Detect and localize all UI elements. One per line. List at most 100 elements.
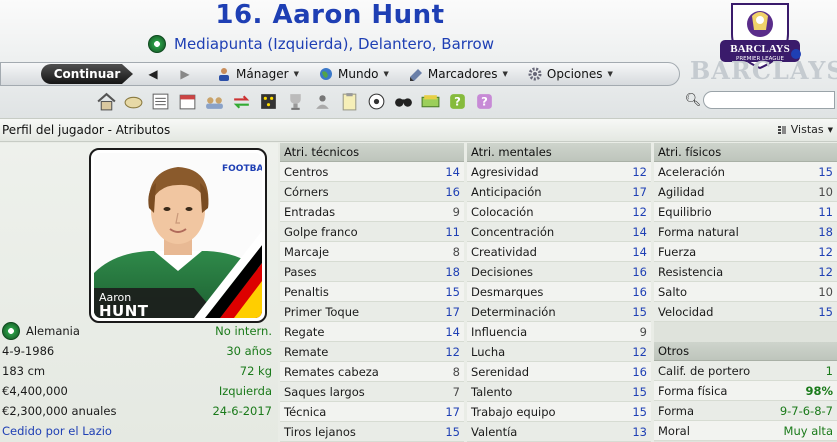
attribute-row[interactable]: Determinación 15: [467, 302, 651, 322]
attribute-row[interactable]: Colocación 12: [467, 202, 651, 222]
calendar-icon[interactable]: [177, 92, 198, 111]
attribute-row[interactable]: Agresividad 12: [467, 162, 651, 182]
menu-manager[interactable]: Mánager ▼: [217, 67, 299, 81]
scout-binoculars-icon[interactable]: [393, 92, 414, 111]
search-input[interactable]: [703, 91, 835, 109]
attribute-value: 13: [632, 424, 647, 439]
physical-heading: Atri. físicos: [654, 143, 837, 162]
attribute-row[interactable]: Forma física 98%: [654, 381, 837, 401]
attribute-name: Salto: [658, 284, 688, 299]
attribute-row[interactable]: Regate 14: [280, 322, 464, 342]
attribute-row[interactable]: Entradas 9: [280, 202, 464, 222]
sponsor-watermark: BARCLAYS: [690, 56, 837, 85]
wiki-icon[interactable]: ?: [474, 92, 495, 111]
attribute-value: 15: [632, 304, 647, 319]
attribute-row[interactable]: Talento 15: [467, 382, 651, 402]
attribute-row[interactable]: Forma 9-7-6-8-7: [654, 401, 837, 421]
attribute-value: 14: [632, 244, 647, 259]
attribute-row[interactable]: Concentración 14: [467, 222, 651, 242]
attribute-row[interactable]: Fuerza 12: [654, 242, 837, 262]
attribute-row[interactable]: Tiros lejanos 15: [280, 422, 464, 442]
notes-icon[interactable]: [339, 92, 360, 111]
menu-bookmarks[interactable]: Marcadores ▼: [409, 67, 508, 81]
column-spacer: [654, 322, 837, 342]
club-logo-icon[interactable]: [148, 35, 166, 53]
info-label: €4,400,000: [2, 384, 68, 398]
attribute-value: 14: [445, 324, 460, 339]
player-summary-panel: FOOTBALL Aaron HUNT Alemania No intern. …: [0, 143, 278, 442]
forward-arrow-icon[interactable]: ▶: [173, 67, 197, 81]
attribute-row[interactable]: Trabajo equipo 15: [467, 402, 651, 422]
squad-icon[interactable]: [204, 92, 225, 111]
attribute-row[interactable]: Remate 12: [280, 342, 464, 362]
attribute-row[interactable]: Agilidad 10: [654, 182, 837, 202]
attribute-row[interactable]: Decisiones 16: [467, 262, 651, 282]
menu-world[interactable]: Mundo ▼: [319, 67, 389, 81]
attribute-row[interactable]: Desmarques 16: [467, 282, 651, 302]
attribute-row[interactable]: Resistencia 12: [654, 262, 837, 282]
trophy-icon[interactable]: [285, 92, 306, 111]
attribute-row[interactable]: Lucha 12: [467, 342, 651, 362]
info-label[interactable]: Alemania: [26, 324, 80, 338]
back-arrow-icon[interactable]: ◀: [141, 67, 165, 81]
attribute-row[interactable]: Golpe franco 11: [280, 222, 464, 242]
attribute-name: Penaltis: [284, 284, 329, 299]
help-icon[interactable]: ?: [447, 92, 468, 111]
attribute-row[interactable]: Creatividad 14: [467, 242, 651, 262]
menu-options[interactable]: Opciones ▼: [528, 67, 613, 81]
attribute-name: Desmarques: [471, 284, 544, 299]
attribute-row[interactable]: Anticipación 17: [467, 182, 651, 202]
attribute-value: 16: [632, 284, 647, 299]
card-last-name: HUNT: [99, 302, 149, 320]
attribute-row[interactable]: Velocidad 15: [654, 302, 837, 322]
attribute-row[interactable]: Serenidad 16: [467, 362, 651, 382]
attribute-row[interactable]: Centros 14: [280, 162, 464, 182]
manager-icon: [219, 68, 229, 81]
attribute-row[interactable]: Valentía 13: [467, 422, 651, 442]
search-icon[interactable]: 🔍︎: [683, 90, 703, 110]
attribute-value: 15: [445, 284, 460, 299]
match-icon[interactable]: [366, 92, 387, 111]
attribute-row[interactable]: Remates cabeza 8: [280, 362, 464, 382]
continue-button[interactable]: Continuar: [41, 64, 133, 84]
attribute-name: Regate: [284, 324, 325, 339]
attribute-value: 12: [445, 344, 460, 359]
attribute-row[interactable]: Saques largos 7: [280, 382, 464, 402]
svg-text:?: ?: [481, 94, 488, 108]
loan-link[interactable]: Cedido por el Lazio: [2, 424, 112, 438]
home-icon[interactable]: [96, 92, 117, 111]
tactics-icon[interactable]: [258, 92, 279, 111]
attribute-row[interactable]: Pases 18: [280, 262, 464, 282]
attribute-value: 11: [445, 224, 460, 239]
news-icon[interactable]: [150, 92, 171, 111]
attribute-row[interactable]: Forma natural 18: [654, 222, 837, 242]
attribute-value: 10: [818, 284, 833, 299]
attribute-name: Equilibrio: [658, 204, 712, 219]
attribute-name: Concentración: [471, 224, 555, 239]
attribute-row[interactable]: Equilibrio 11: [654, 202, 837, 222]
attribute-row[interactable]: Moral Muy alta: [654, 421, 837, 441]
attribute-row[interactable]: Salto 10: [654, 282, 837, 302]
transfers-icon[interactable]: [231, 92, 252, 111]
attribute-row[interactable]: Calif. de portero 1: [654, 361, 837, 381]
attribute-row[interactable]: Marcaje 8: [280, 242, 464, 262]
technical-attributes-panel: Atri. técnicos Centros 14 Córners 16 Entra…: [280, 143, 464, 442]
info-value-foot: €4,400,000 Izquierda: [0, 381, 274, 401]
info-value: 72 kg: [239, 364, 272, 378]
attribute-row[interactable]: Influencia 9: [467, 322, 651, 342]
attribute-name: Agresividad: [471, 164, 539, 179]
attribute-value: 16: [632, 364, 647, 379]
attribute-name: Golpe franco: [284, 224, 358, 239]
finance-icon[interactable]: [420, 92, 441, 111]
attribute-row[interactable]: Aceleración 15: [654, 162, 837, 182]
inbox-icon[interactable]: [123, 92, 144, 111]
attribute-row[interactable]: Córners 16: [280, 182, 464, 202]
attribute-row[interactable]: Técnica 17: [280, 402, 464, 422]
attribute-row[interactable]: Primer Toque 17: [280, 302, 464, 322]
attribute-row[interactable]: Penaltis 15: [280, 282, 464, 302]
staff-icon[interactable]: [312, 92, 333, 111]
attribute-name: Moral: [658, 423, 690, 438]
nation-flag-icon[interactable]: [2, 322, 20, 340]
physical-attributes-panel: Atri. físicos Aceleración 15 Agilidad 10 E…: [654, 143, 837, 442]
views-button[interactable]: Vistas ▼: [777, 123, 833, 136]
